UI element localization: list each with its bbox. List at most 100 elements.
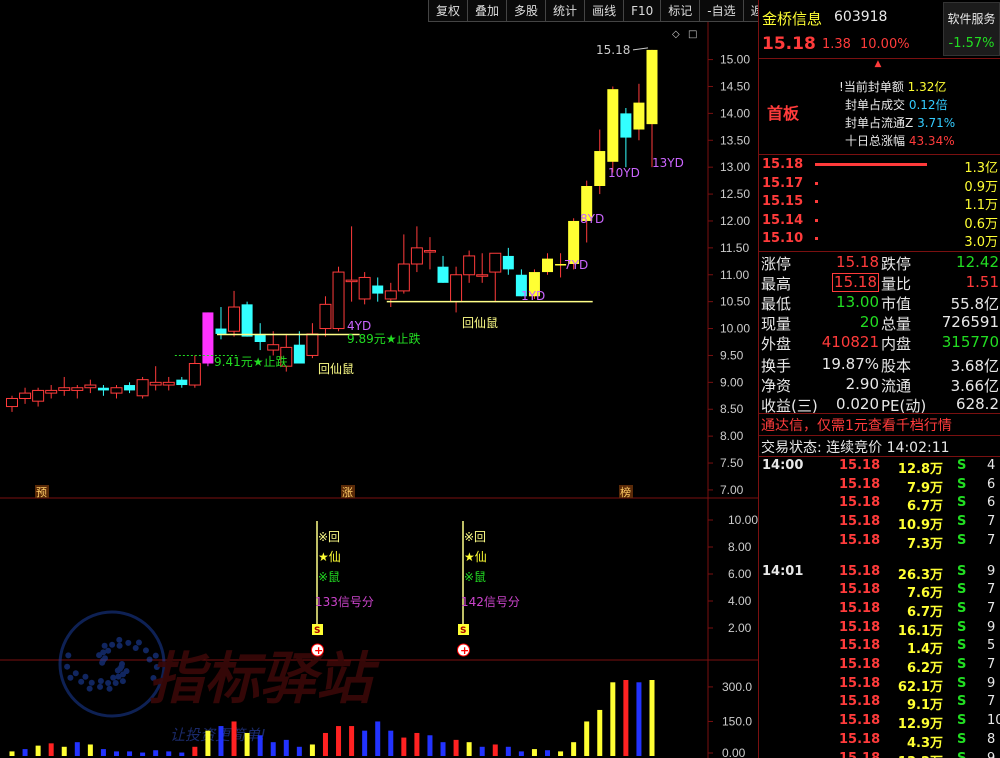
candle[interactable] (345, 226, 358, 302)
signal-text: ★仙 (464, 550, 487, 564)
candle[interactable] (202, 312, 214, 367)
candle[interactable] (633, 83, 645, 141)
candle[interactable] (319, 296, 332, 337)
chart-annotation: 1YD (521, 289, 545, 303)
order-price: 15.17 (762, 175, 804, 191)
candle[interactable] (136, 376, 149, 399)
chart-canvas[interactable]: 15.00 14.50 14.00 13.50 13.00 12.50 12.00 11.50… (0, 0, 758, 758)
toolbar-multi-stock-button[interactable]: 多股 (506, 0, 546, 22)
candle[interactable] (110, 385, 123, 399)
signal-marker[interactable]: ※回 ★仙 ※鼠 133信号分 S + (311, 521, 374, 657)
candle[interactable] (594, 129, 606, 195)
candle[interactable] (607, 86, 619, 173)
toolbar-remove-watchlist-button[interactable]: -自选 (699, 0, 743, 22)
diamond-icon[interactable]: ◇ (672, 29, 680, 40)
candle[interactable] (423, 237, 436, 270)
watermark-globe-dot (132, 645, 139, 652)
tick-count: 9 (987, 619, 996, 635)
toolbar-mark-button[interactable]: 标记 (660, 0, 700, 22)
candle[interactable] (332, 266, 345, 332)
candle[interactable] (542, 253, 554, 275)
candle[interactable] (84, 379, 97, 394)
order-book-row[interactable]: 15.14 0.6万 (759, 212, 1000, 232)
watermark-globe-dot (65, 652, 72, 659)
candle[interactable] (162, 376, 175, 391)
tick-volume: 10.9万 (897, 518, 943, 534)
event-mark: 涨 (342, 486, 353, 499)
tick-side: S (957, 600, 967, 616)
candle-body (241, 304, 253, 337)
order-book-row[interactable]: 15.15 1.1万 (759, 193, 1000, 213)
candle[interactable] (58, 376, 71, 396)
candle[interactable] (176, 376, 188, 388)
watermark-title: 指标驿站 (148, 647, 380, 712)
candle[interactable] (306, 323, 319, 359)
candle[interactable] (71, 385, 84, 399)
chart-annotation: 回仙鼠 (318, 362, 354, 376)
candle[interactable] (6, 395, 18, 412)
candle[interactable] (384, 282, 397, 308)
candle[interactable] (620, 108, 632, 168)
candle[interactable] (450, 266, 463, 313)
candle[interactable] (228, 290, 241, 337)
candle[interactable] (188, 355, 201, 388)
tick-list[interactable]: 14:00 15.18 12.8万 S 4 15.18 7.9万 S 6 15.18 6.7万 S 6 1… (759, 458, 1000, 758)
candle-body (149, 381, 162, 386)
candle[interactable] (397, 234, 410, 294)
toolbar-f10-button[interactable]: F10 (623, 0, 661, 22)
volume-bar (558, 751, 564, 756)
candle[interactable] (241, 301, 253, 337)
price-tick-label: 11.50 (720, 241, 749, 255)
tick-count: 7 (987, 532, 996, 548)
candle-body (188, 363, 201, 386)
toolbar-overlay-button[interactable]: 叠加 (467, 0, 507, 22)
volume-bar (87, 744, 93, 756)
volume-bar (127, 751, 133, 756)
candle[interactable] (437, 255, 449, 283)
candle[interactable] (646, 49, 658, 168)
candle[interactable] (32, 387, 45, 407)
candle[interactable] (476, 253, 489, 283)
volume-bar (113, 751, 119, 756)
volume-bar (205, 730, 211, 756)
watermark-globe-dot (72, 670, 79, 677)
candle[interactable] (489, 252, 502, 302)
signal-marker[interactable]: ※回 ★仙 ※鼠 142信号分 S + (457, 521, 520, 657)
candle[interactable] (358, 272, 371, 305)
candle[interactable] (293, 331, 305, 364)
candle[interactable] (372, 277, 384, 302)
order-volume-bar (815, 163, 927, 166)
candle[interactable] (463, 250, 476, 283)
quote-value-right: 55.8亿 (950, 295, 999, 313)
candle[interactable] (19, 387, 32, 404)
candle[interactable] (502, 247, 514, 275)
sector-box[interactable]: 软件服务 -1.57% (943, 2, 1000, 56)
candle[interactable] (410, 226, 423, 273)
quote-value-left: 15.18 (836, 253, 879, 271)
collapse-icon[interactable]: ▲ (863, 59, 893, 69)
candle[interactable] (254, 323, 266, 351)
candle[interactable] (124, 382, 136, 394)
tick-count: 7 (987, 657, 996, 672)
toolbar-restore-rights-button[interactable]: 复权 (428, 0, 468, 22)
tick-side: S (957, 582, 967, 598)
price-tick-label: 10.50 (720, 295, 750, 309)
sector-pct: -1.57% (948, 36, 995, 51)
toolbar-draw-line-button[interactable]: 画线 (584, 0, 624, 22)
quote-value-right: 3.68亿 (950, 357, 999, 375)
square-icon[interactable]: □ (688, 29, 697, 40)
volume-bar (309, 744, 315, 756)
toolbar-statistics-button[interactable]: 统计 (545, 0, 585, 22)
watermark-globe-dot (64, 663, 71, 670)
indicator-tick-label: 6.00 (728, 567, 752, 581)
candle[interactable] (45, 385, 58, 399)
candle[interactable] (97, 385, 109, 396)
ten-day-gain-row: 十日总涨幅 43.34% (845, 134, 955, 148)
quote-value-left: 410821 (821, 333, 879, 351)
order-book-row[interactable]: 15.10 3.0万 (759, 230, 1000, 250)
level2-notice[interactable]: 通达信，仅需1元查看千档行情 (761, 415, 952, 435)
order-book-row[interactable]: 15.17 0.9万 (759, 175, 1000, 195)
candle[interactable] (149, 366, 162, 391)
kline-chart[interactable]: 15.00 14.50 14.00 13.50 13.00 12.50 12.00 11.50… (0, 0, 758, 758)
order-book-row[interactable]: 15.18 1.3亿 (759, 156, 1000, 176)
